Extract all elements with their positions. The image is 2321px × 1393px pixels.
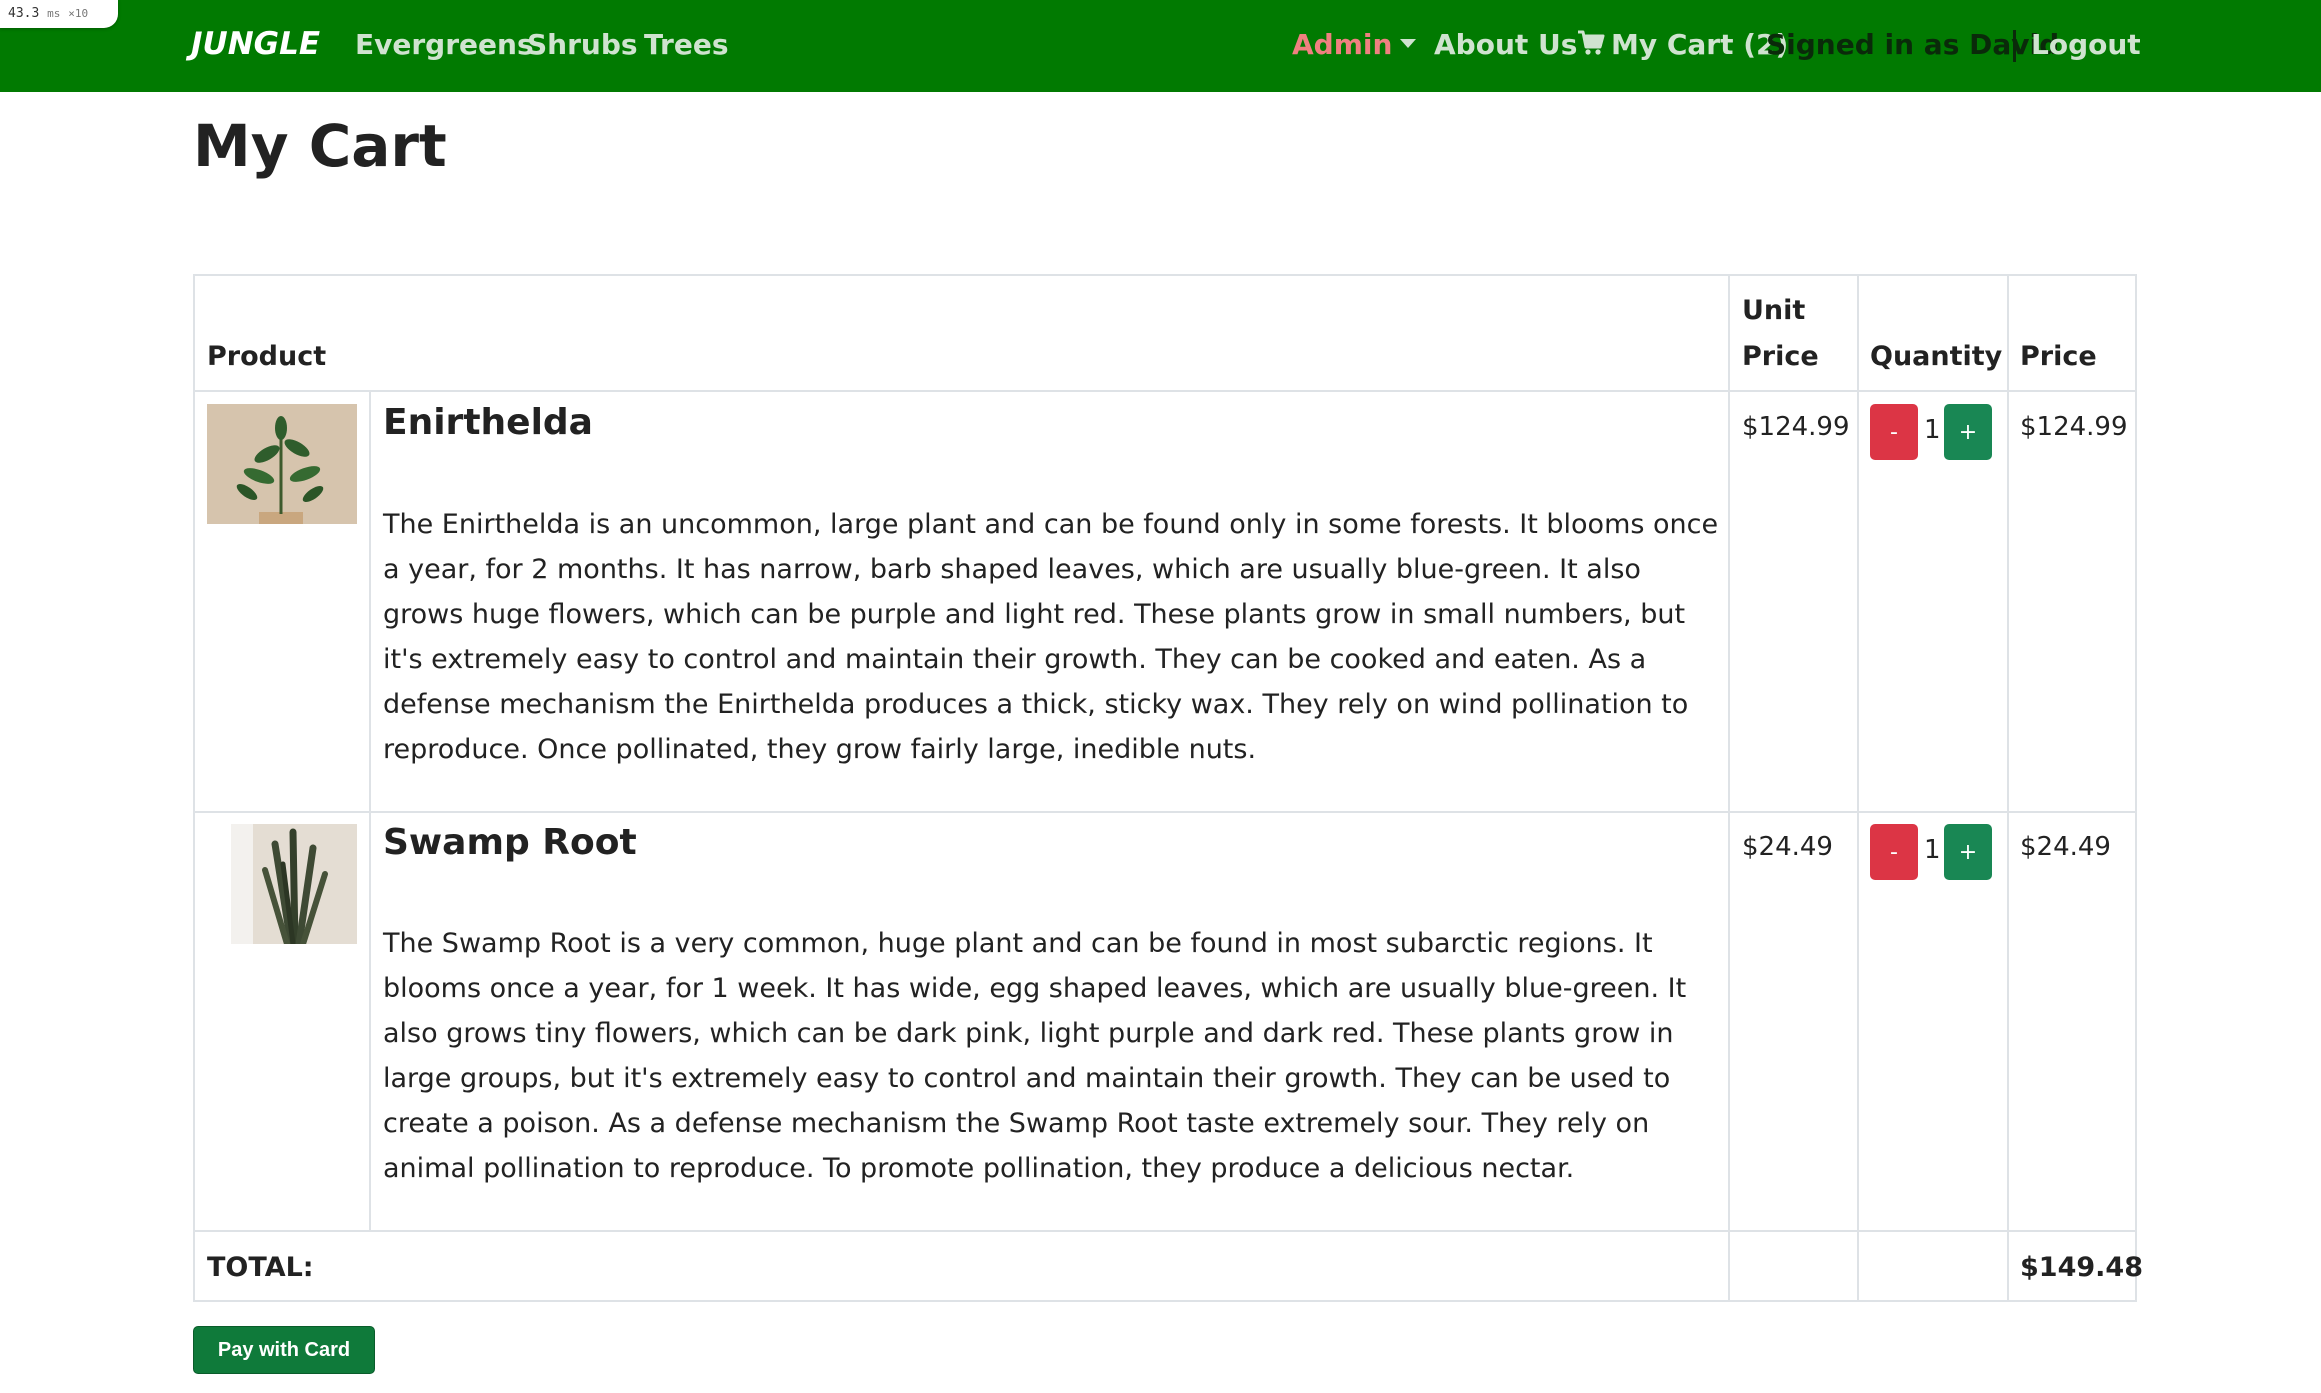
unit-price: $24.49 <box>1742 832 1833 862</box>
product-name[interactable]: Enirthelda <box>383 402 593 443</box>
quantity-value: 1 <box>1924 415 1941 445</box>
nav-link-logout[interactable]: Logout <box>2031 28 2141 61</box>
row-divider-header <box>195 390 2135 392</box>
chevron-down-icon <box>1400 38 1417 48</box>
perf-value: 43.3 <box>8 6 40 21</box>
col-divider-unit-price <box>1728 276 1730 1300</box>
nav-link-evergreens[interactable]: Evergreens <box>355 28 534 61</box>
plant-icon <box>231 824 357 944</box>
decrease-quantity-button[interactable]: - <box>1870 824 1918 880</box>
total-value: $149.48 <box>2020 1252 2143 1283</box>
nav-admin-label: Admin <box>1292 28 1393 61</box>
increase-quantity-button[interactable]: + <box>1944 404 1992 460</box>
line-price: $24.49 <box>2020 832 2111 862</box>
header-quantity: Quantity <box>1870 341 2003 372</box>
product-image-enirthelda <box>207 404 357 524</box>
header-price: Price <box>2020 341 2097 372</box>
col-divider-price <box>2007 276 2009 1300</box>
product-name[interactable]: Swamp Root <box>383 822 637 863</box>
nav-cart-label: My Cart (2) <box>1611 28 1789 61</box>
page-title: My Cart <box>193 112 447 180</box>
unit-price: $124.99 <box>1742 412 1850 442</box>
nav-link-trees[interactable]: Trees <box>644 28 728 61</box>
product-image-swamp-root <box>231 824 357 944</box>
row-divider-total <box>195 1230 2135 1232</box>
header-unit-price-line1: Unit <box>1742 295 1806 326</box>
decrease-quantity-button[interactable]: - <box>1870 404 1918 460</box>
perf-badge: 43.3 ms ×10 <box>0 0 118 28</box>
perf-multiplier: ×10 <box>68 7 89 20</box>
nav-link-shrubs[interactable]: Shrubs <box>527 28 638 61</box>
total-label: TOTAL: <box>207 1252 314 1283</box>
plant-icon <box>207 404 357 524</box>
quantity-value: 1 <box>1924 835 1941 865</box>
cart-table: Product Unit Price Quantity Price Enirth… <box>193 274 2143 1302</box>
header-product: Product <box>207 341 327 372</box>
cart-icon <box>1578 30 1605 55</box>
pay-with-card-button[interactable]: Pay with Card <box>193 1326 375 1374</box>
nav-divider <box>2013 30 2016 62</box>
nav-link-cart[interactable]: My Cart (2) <box>1577 28 1788 61</box>
row-divider-1 <box>195 811 2135 813</box>
navbar: JUNGLE Evergreens Shrubs Trees Admin Abo… <box>0 0 2321 92</box>
increase-quantity-button[interactable]: + <box>1944 824 1992 880</box>
product-description: The Enirthelda is an uncommon, large pla… <box>383 509 1719 765</box>
header-unit-price-line2: Price <box>1742 341 1819 372</box>
brand-logo[interactable]: JUNGLE <box>191 26 320 62</box>
product-description: The Swamp Root is a very common, huge pl… <box>383 928 1687 1184</box>
line-price: $124.99 <box>2020 412 2128 442</box>
nav-link-about[interactable]: About Us <box>1434 28 1577 61</box>
nav-admin-dropdown[interactable]: Admin <box>1292 28 1417 61</box>
col-divider-quantity <box>1857 276 1859 1300</box>
perf-unit: ms <box>47 7 61 20</box>
